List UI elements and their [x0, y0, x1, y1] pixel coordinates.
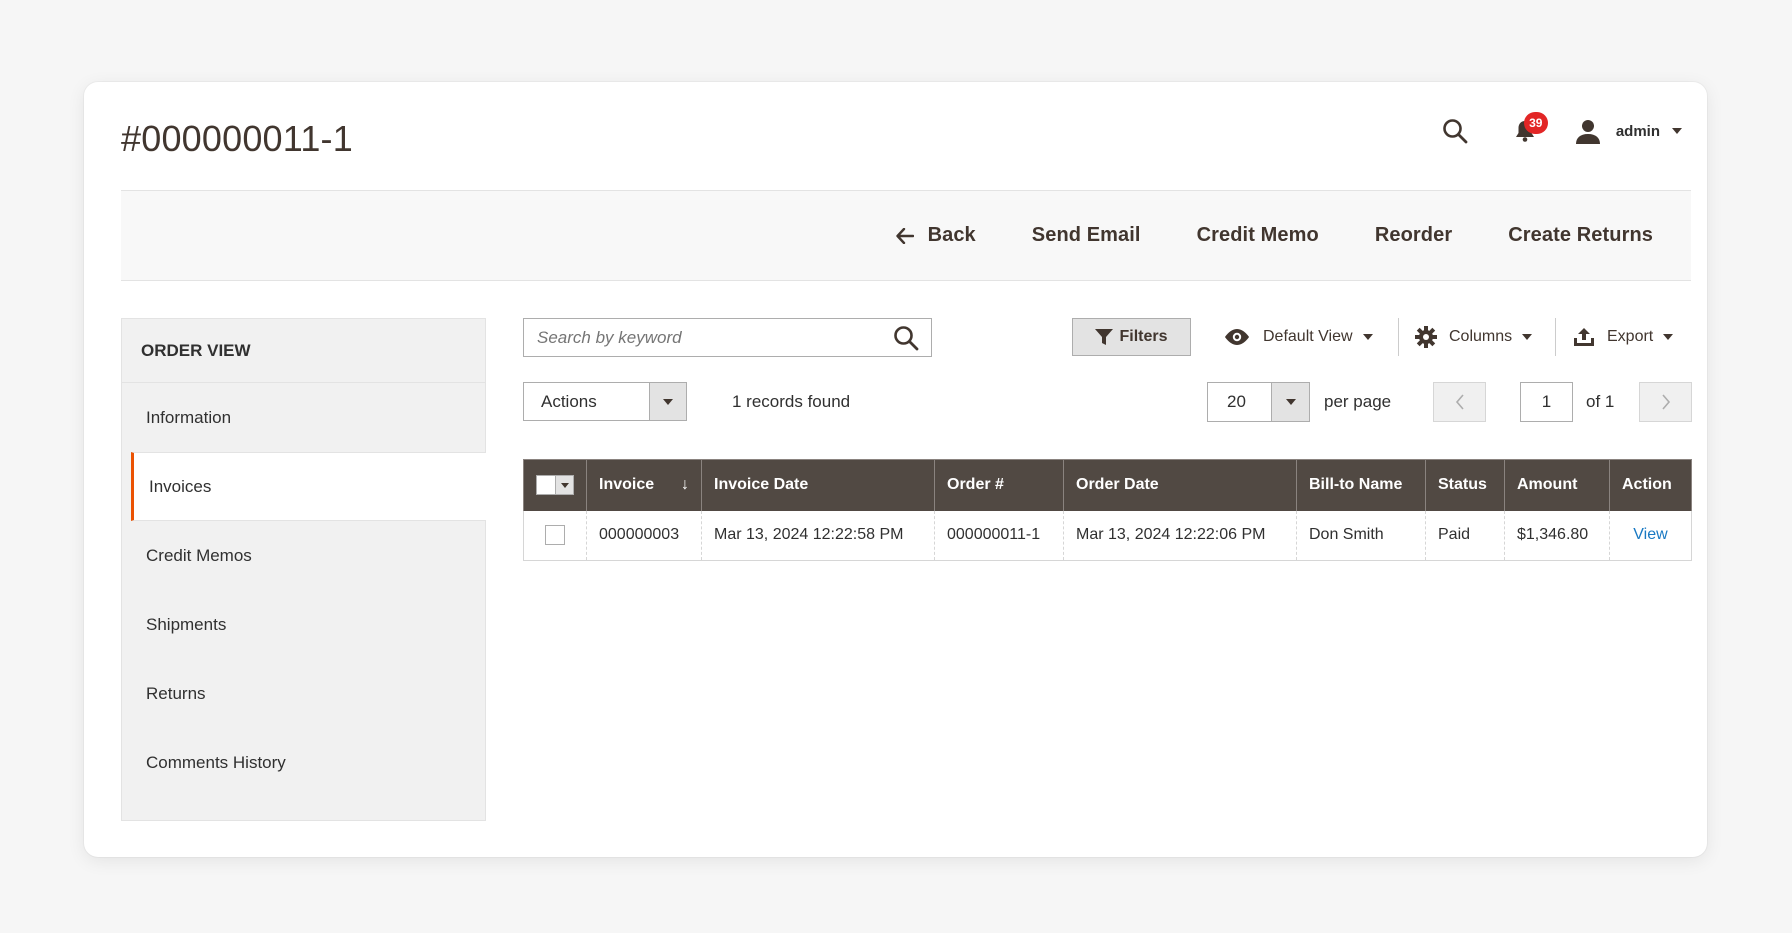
view-invoice-link[interactable]: View — [1622, 526, 1679, 544]
sidebar-item-shipments[interactable]: Shipments — [122, 590, 485, 659]
cell-action: View — [1609, 510, 1692, 561]
mass-actions-dropdown[interactable]: Actions — [523, 382, 687, 421]
search-icon — [893, 325, 919, 351]
row-select-cell — [523, 510, 587, 561]
user-icon[interactable] — [1574, 117, 1602, 145]
page-actions-toolbar: Back Send Email Credit Memo Reorder Crea… — [121, 190, 1691, 281]
page-number-input[interactable] — [1520, 382, 1573, 422]
records-count: 1 records found — [732, 391, 851, 411]
user-menu[interactable]: admin — [1616, 123, 1660, 140]
cell-order-number: 000000011-1 — [934, 510, 1064, 561]
export-label: Export — [1607, 328, 1654, 345]
caret-down-icon — [663, 398, 673, 405]
back-button[interactable]: Back — [895, 224, 976, 247]
columns-label: Columns — [1449, 328, 1513, 345]
actions-label: Actions — [541, 391, 597, 411]
previous-page-button[interactable] — [1433, 382, 1486, 422]
sidebar-item-returns[interactable]: Returns — [122, 659, 485, 728]
dropdown-toggle[interactable] — [1271, 383, 1309, 421]
sidebar-item-information[interactable]: Information — [122, 383, 485, 452]
cell-amount: $1,346.80 — [1504, 510, 1610, 561]
export-selector[interactable]: Export — [1573, 318, 1674, 356]
divider — [1555, 318, 1556, 356]
search-icon[interactable] — [1440, 116, 1470, 146]
filter-icon — [1095, 328, 1119, 346]
view-label: Default View — [1263, 328, 1353, 345]
cell-status: Paid — [1425, 510, 1505, 561]
table-row: 000000003 Mar 13, 2024 12:22:58 PM 00000… — [523, 510, 1692, 561]
cell-bill-to-name: Don Smith — [1296, 510, 1426, 561]
invoices-grid: Invoice ↓ Invoice Date Order # Order Date… — [523, 459, 1692, 561]
eye-icon — [1223, 328, 1263, 346]
column-header-bill-to-name[interactable]: Bill-to Name — [1296, 459, 1426, 511]
keyword-search — [523, 318, 932, 357]
search-input[interactable] — [524, 319, 881, 356]
page-title: #000000011-1 — [121, 118, 353, 159]
sidebar-item-credit-memos[interactable]: Credit Memos — [122, 521, 485, 590]
select-all-box[interactable] — [537, 476, 555, 495]
column-header-invoice[interactable]: Invoice ↓ — [586, 459, 702, 511]
caret-down-icon — [1285, 399, 1296, 405]
send-email-button[interactable]: Send Email — [1032, 224, 1141, 247]
grid-header-row: Invoice ↓ Invoice Date Order # Order Date… — [523, 459, 1692, 511]
column-label: Invoice — [599, 476, 655, 494]
cell-invoice: 000000003 — [586, 510, 702, 561]
mass-select-toggle[interactable] — [555, 476, 573, 495]
cell-order-date: Mar 13, 2024 12:22:06 PM — [1063, 510, 1297, 561]
row-checkbox[interactable] — [545, 525, 565, 546]
notifications-button[interactable]: 39 — [1510, 112, 1548, 146]
mass-select-header — [523, 459, 587, 511]
per-page-dropdown[interactable]: 20 — [1207, 382, 1310, 422]
credit-memo-button[interactable]: Credit Memo — [1197, 224, 1319, 247]
column-header-invoice-date[interactable]: Invoice Date — [701, 459, 935, 511]
upload-icon — [1573, 327, 1607, 347]
reorder-button[interactable]: Reorder — [1375, 224, 1452, 247]
per-page-label: per page — [1324, 392, 1392, 411]
back-label: Back — [927, 224, 976, 246]
caret-down-icon — [560, 482, 569, 488]
sidebar-item-invoices[interactable]: Invoices — [131, 452, 486, 521]
sidebar-heading: ORDER VIEW — [122, 319, 485, 383]
dropdown-toggle[interactable] — [649, 383, 686, 420]
filters-label: Filters — [1119, 328, 1168, 345]
search-submit-button[interactable] — [881, 319, 931, 356]
column-header-status[interactable]: Status — [1425, 459, 1505, 511]
notification-badge: 39 — [1523, 112, 1548, 134]
sidebar-item-comments-history[interactable]: Comments History — [122, 728, 485, 797]
chevron-right-icon — [1661, 394, 1671, 410]
create-returns-button[interactable]: Create Returns — [1508, 224, 1653, 247]
column-header-amount[interactable]: Amount — [1504, 459, 1610, 511]
caret-down-icon — [1522, 334, 1533, 340]
caret-down-icon — [1663, 334, 1674, 340]
gear-icon — [1415, 326, 1449, 348]
column-header-action: Action — [1609, 459, 1692, 511]
view-selector[interactable]: Default View — [1223, 318, 1373, 356]
per-page-value: 20 — [1227, 392, 1246, 411]
filters-button[interactable]: Filters — [1072, 318, 1191, 356]
order-view-sidebar: ORDER VIEW Information Invoices Credit M… — [121, 318, 486, 821]
arrow-left-icon — [895, 227, 914, 244]
divider — [1398, 318, 1399, 356]
next-page-button[interactable] — [1639, 382, 1692, 422]
mass-select-checkbox[interactable] — [536, 475, 574, 496]
header-actions: 39 admin — [1440, 112, 1682, 147]
columns-selector[interactable]: Columns — [1415, 318, 1533, 356]
sort-arrow-down-icon: ↓ — [681, 476, 689, 494]
page-total: of 1 — [1586, 392, 1615, 411]
caret-down-icon[interactable] — [1672, 128, 1682, 134]
cell-invoice-date: Mar 13, 2024 12:22:58 PM — [701, 510, 935, 561]
column-header-order-date[interactable]: Order Date — [1063, 459, 1297, 511]
column-header-order-number[interactable]: Order # — [934, 459, 1064, 511]
chevron-left-icon — [1455, 394, 1465, 410]
caret-down-icon — [1362, 334, 1373, 340]
